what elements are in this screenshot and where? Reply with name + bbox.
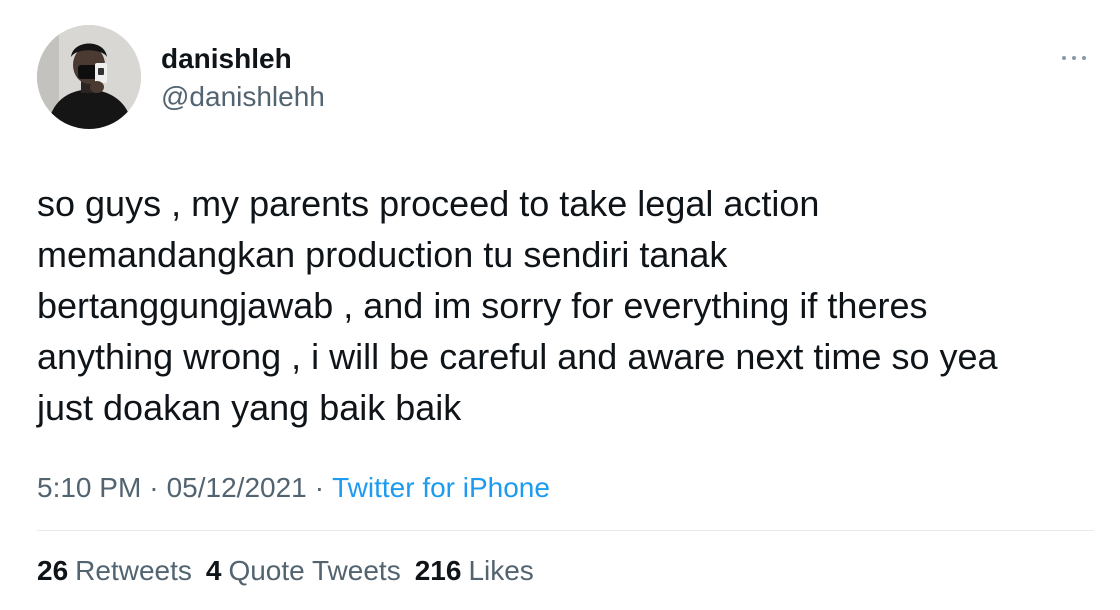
tweet-text: so guys , my parents proceed to take leg… [37,178,1087,433]
avatar[interactable] [37,25,141,129]
tweet-text-line: bertanggungjawab , and im sorry for ever… [37,285,928,326]
user-handle[interactable]: @danishlehh [161,81,325,113]
more-horizontal-icon-dot [1082,56,1086,60]
author-info: danishleh @danishlehh [161,43,325,113]
likes-label: Likes [468,555,534,586]
tweet-source-link[interactable]: Twitter for iPhone [332,472,550,503]
meta-separator: · [314,472,325,503]
quote-tweets-count: 4 [205,555,222,586]
tweet-time[interactable]: 5:10 PM [37,472,141,503]
tweet-card: danishleh @danishlehh so guys , my paren… [0,0,1120,610]
likes-stat[interactable]: 216 Likes [415,553,534,589]
meta-separator: · [149,472,159,503]
engagement-stats: 26 Retweets 4 Quote Tweets 216 Likes [37,553,534,589]
quote-tweets-label: Quote Tweets [228,555,401,586]
more-options-button[interactable] [1062,52,1086,64]
retweets-stat[interactable]: 26 Retweets [37,553,192,589]
tweet-metadata: 5:10 PM · 05/12/2021 · Twitter for iPhone [37,470,550,506]
likes-count: 216 [414,555,462,586]
more-horizontal-icon-dot [1072,56,1076,60]
retweets-count: 26 [37,555,69,586]
more-horizontal-icon-dot [1062,56,1066,60]
retweets-label: Retweets [75,555,192,586]
tweet-date[interactable]: 05/12/2021 [167,472,307,503]
profile-photo-icon [37,25,141,129]
display-name[interactable]: danishleh [161,43,325,75]
tweet-text-line: memandangkan production tu sendiri tanak [37,234,728,275]
tweet-text-line: so guys , my parents proceed to take leg… [37,183,820,224]
divider [37,530,1094,531]
tweet-text-line: anything wrong , i will be careful and a… [37,336,998,377]
tweet-text-line: just doakan yang baik baik [37,387,462,428]
quote-tweets-stat[interactable]: 4 Quote Tweets [206,553,401,589]
